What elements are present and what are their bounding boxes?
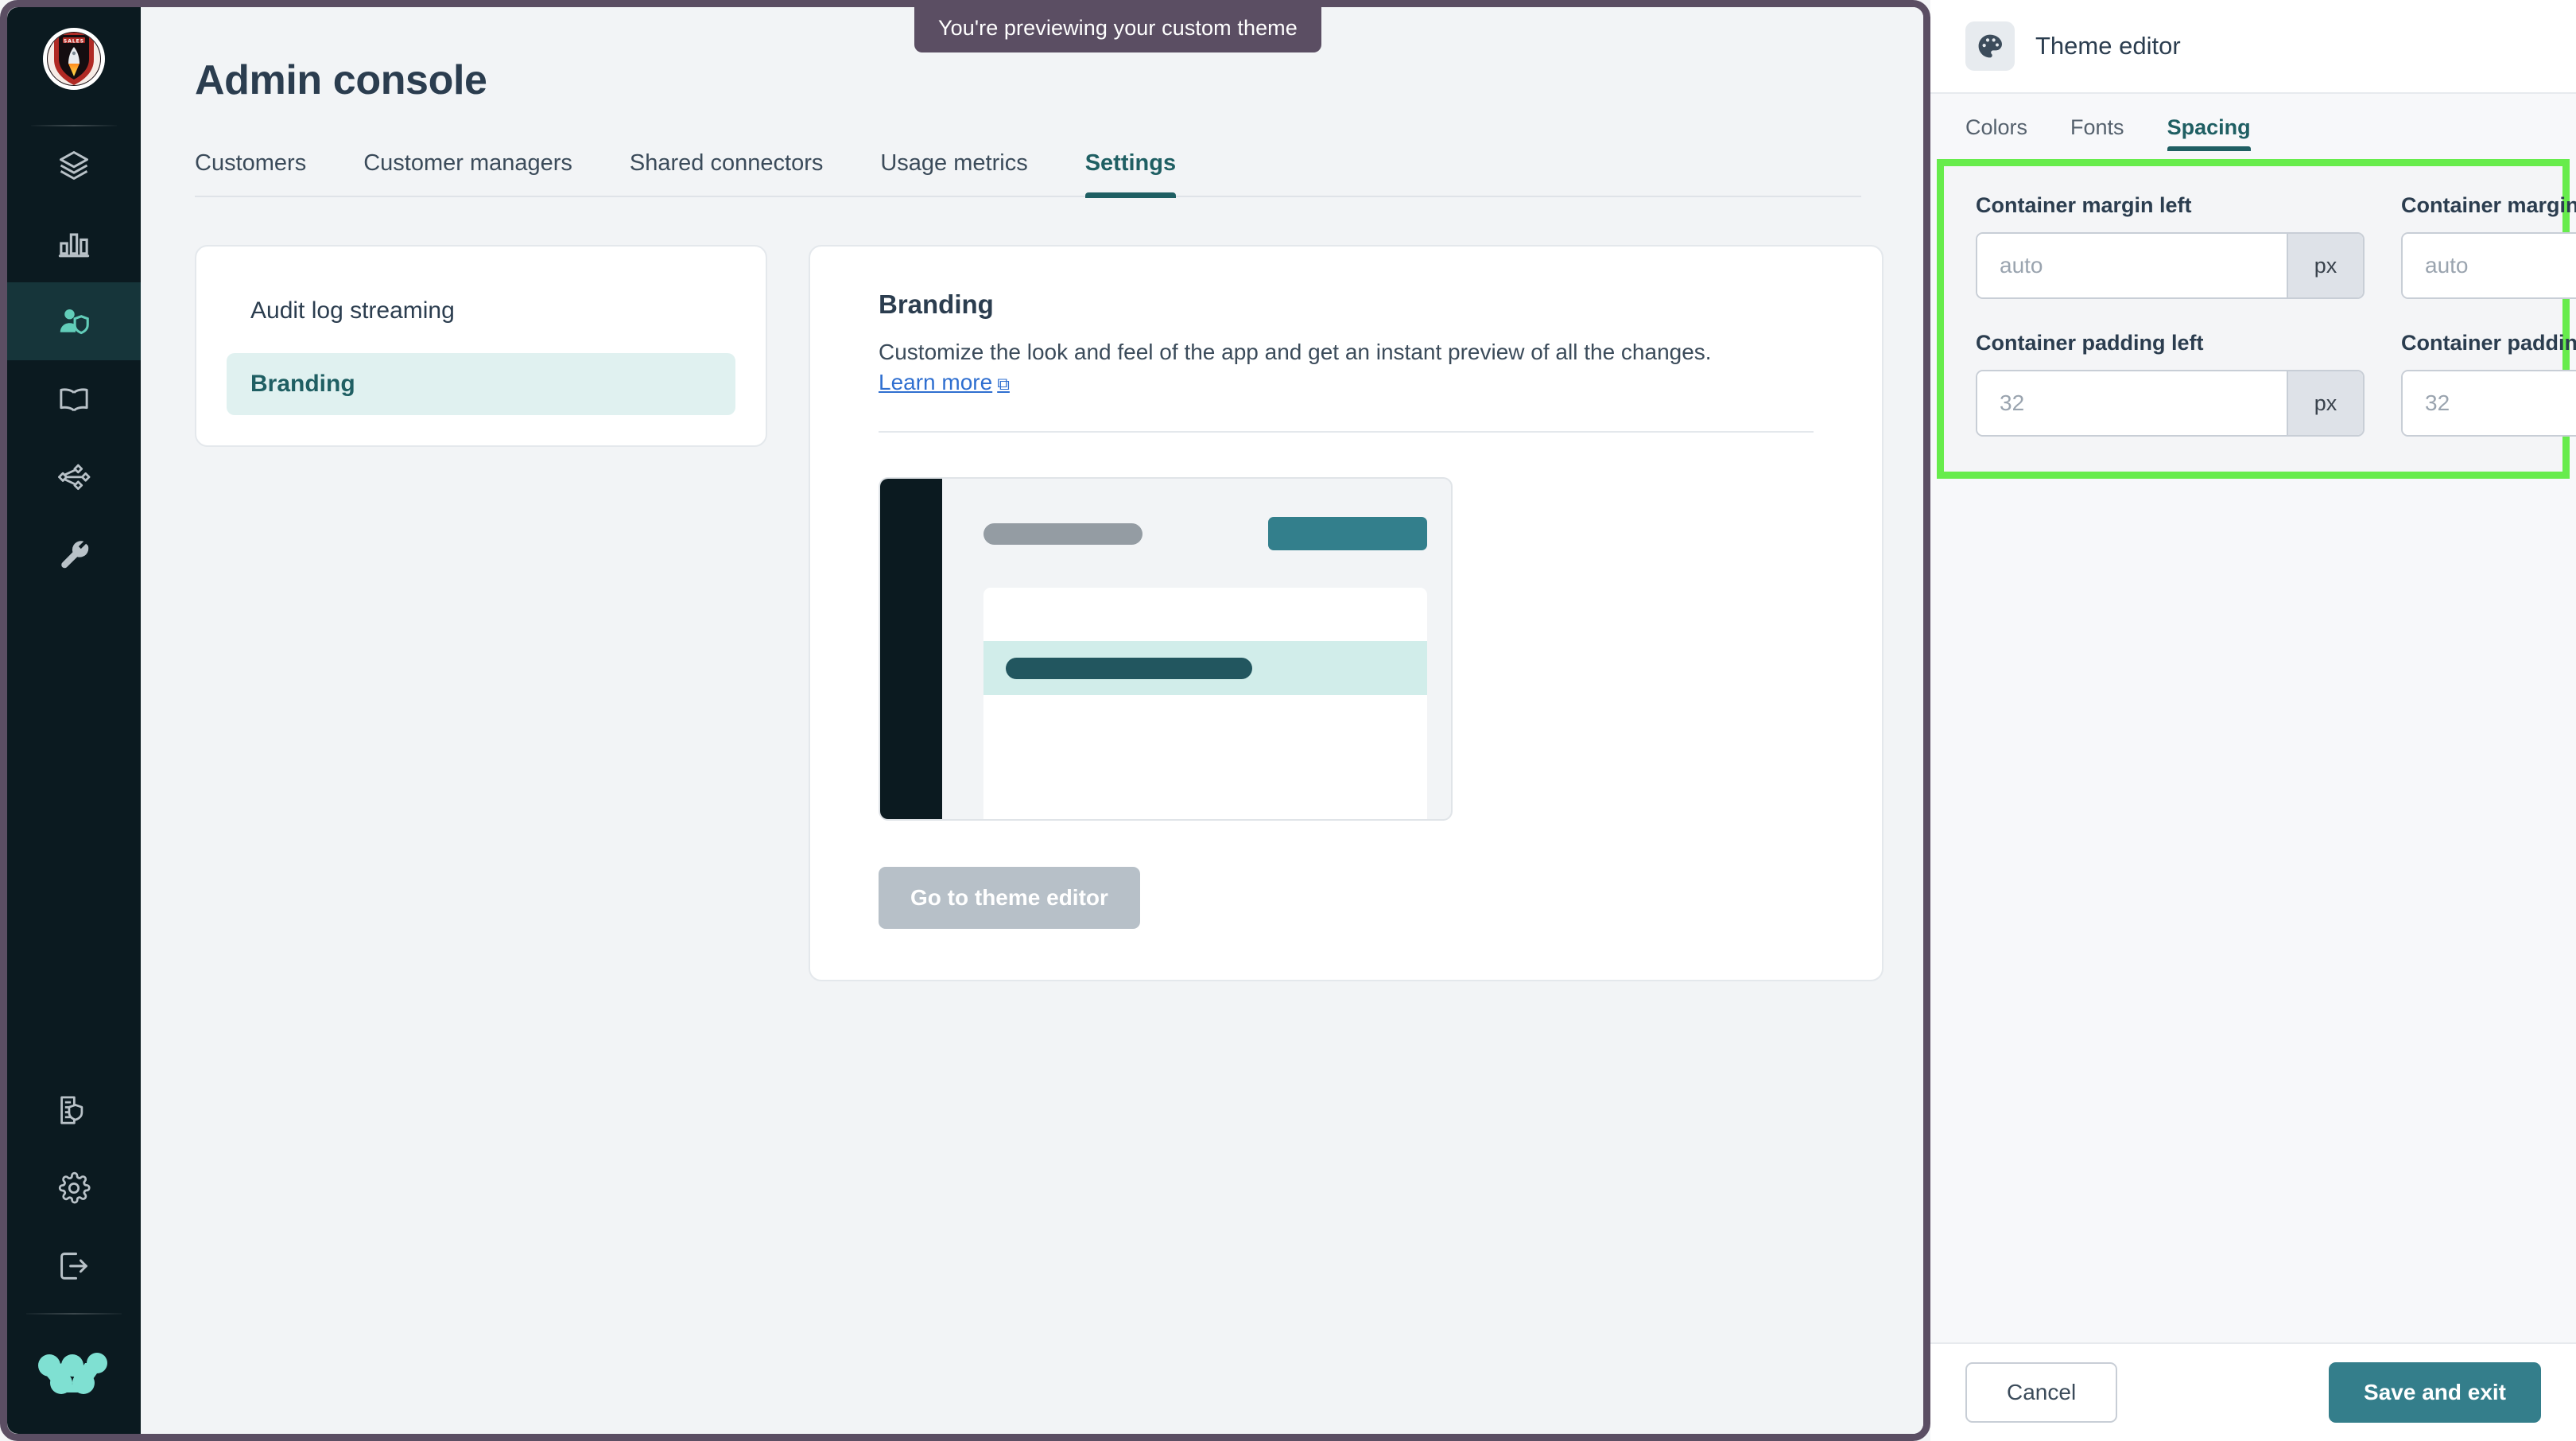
settings-nav-item-branding[interactable]: Branding <box>227 353 735 415</box>
settings-content: Audit log streaming Branding Branding Cu… <box>195 245 1923 981</box>
building-shield-icon <box>60 1096 83 1124</box>
sales-rocket-badge-icon: SALES <box>48 33 100 85</box>
sidebar-item-settings[interactable] <box>7 1149 141 1227</box>
user-shield-icon <box>60 309 89 335</box>
settings-nav-card: Audit log streaming Branding <box>195 245 767 447</box>
input-group-container-margin-left[interactable]: px <box>1976 232 2365 299</box>
screen-root: SALES You're previewing your custom them… <box>0 0 2576 1441</box>
container-margin-left-input[interactable] <box>1977 234 2287 297</box>
gear-icon <box>58 1171 91 1204</box>
palette-chip <box>1965 21 2015 71</box>
theme-editor-title: Theme editor <box>2035 32 2181 60</box>
container-padding-left-input[interactable] <box>1977 371 2287 435</box>
branding-description: Customize the look and feel of the app a… <box>879 337 1814 398</box>
branding-description-text: Customize the look and feel of the app a… <box>879 340 1712 364</box>
workspace-logo[interactable]: SALES <box>43 28 105 90</box>
app-sidebar-rail: SALES <box>7 7 141 1434</box>
book-icon <box>60 388 88 412</box>
sidebar-item-customers[interactable] <box>7 282 141 360</box>
theme-editor-tabs: Colors Fonts Spacing <box>1930 94 2576 151</box>
mockup-highlighted-row <box>983 640 1427 695</box>
field-label-container-margin-right: Container margin right <box>2401 193 2576 217</box>
network-icon <box>58 464 91 491</box>
learn-more-link[interactable]: Learn more <box>879 370 992 394</box>
theme-tab-fonts[interactable]: Fonts <box>2070 115 2124 151</box>
tab-usage-metrics[interactable]: Usage metrics <box>880 150 1027 196</box>
theme-editor-footer: Cancel Save and exit <box>1930 1342 2576 1441</box>
sidebar-item-tools[interactable] <box>7 516 141 594</box>
palette-icon <box>1978 34 2002 58</box>
layers-icon <box>60 151 88 180</box>
field-label-container-padding-left: Container padding left <box>1976 331 2204 355</box>
theme-editor-panel: Theme editor Colors Fonts Spacing Contai… <box>1930 0 2576 1441</box>
mockup-title-placeholder <box>983 522 1143 545</box>
previewed-app-window: SALES You're previewing your custom them… <box>0 0 1930 1441</box>
branding-divider <box>879 430 1814 433</box>
mockup-sidebar <box>880 478 942 819</box>
page-title: Admin console <box>195 57 487 103</box>
field-container-padding-left: Container padding left px <box>1976 331 2365 437</box>
sidebar-item-logout[interactable] <box>7 1227 141 1305</box>
field-label-container-padding-right: Container padding right <box>2401 331 2576 355</box>
theme-editor-header: Theme editor <box>1930 0 2576 94</box>
sidebar-item-connectors[interactable] <box>7 438 141 516</box>
cancel-button[interactable]: Cancel <box>1965 1362 2118 1423</box>
unit-label-container-margin-left: px <box>2287 234 2363 297</box>
mockup-primary-button-placeholder <box>1268 516 1427 550</box>
theme-tab-spacing[interactable]: Spacing <box>2167 115 2251 151</box>
tab-settings[interactable]: Settings <box>1084 150 1177 198</box>
input-group-container-margin-right[interactable]: px <box>2401 232 2576 299</box>
tab-shared-connectors[interactable]: Shared connectors <box>630 150 823 196</box>
sidebar-item-analytics[interactable] <box>7 204 141 282</box>
app-main-area: You're previewing your custom theme Admi… <box>141 7 1923 1434</box>
workato-w-logo-icon <box>38 1353 107 1394</box>
unit-label-container-padding-left: px <box>2287 371 2363 435</box>
branding-title: Branding <box>879 289 994 319</box>
container-margin-right-input[interactable] <box>2403 234 2576 297</box>
sidebar-item-layers[interactable] <box>7 126 141 204</box>
mockup-row-text-placeholder <box>1006 657 1252 679</box>
spacing-field-grid: Container margin left px Container margi… <box>1976 193 2576 437</box>
theme-tab-colors[interactable]: Colors <box>1965 115 2027 151</box>
theme-editor-spacer <box>1930 479 2576 1342</box>
go-to-theme-editor-button[interactable]: Go to theme editor <box>879 866 1140 929</box>
input-group-container-padding-left[interactable]: px <box>1976 370 2365 437</box>
mockup-panel <box>983 587 1427 819</box>
external-link-icon[interactable]: ⧉ <box>997 374 1010 394</box>
spacing-settings-highlight-box: Container margin left px Container margi… <box>1937 159 2576 479</box>
field-container-margin-left: Container margin left px <box>1976 193 2365 299</box>
branding-card: Branding Customize the look and feel of … <box>809 245 1884 981</box>
field-label-container-margin-left: Container margin left <box>1976 193 2192 217</box>
save-and-exit-button[interactable]: Save and exit <box>2329 1362 2541 1423</box>
field-container-padding-right: Container padding right px <box>2401 331 2576 437</box>
sidebar-item-library[interactable] <box>7 360 141 438</box>
preview-banner: You're previewing your custom theme <box>914 7 1321 52</box>
logout-icon <box>60 1253 87 1280</box>
sidebar-item-admin-console[interactable] <box>7 1071 141 1149</box>
container-padding-right-input[interactable] <box>2403 371 2576 435</box>
tab-customer-managers[interactable]: Customer managers <box>363 150 572 196</box>
bar-chart-icon <box>58 233 90 258</box>
mockup-body <box>942 479 1451 819</box>
field-container-margin-right: Container margin right px <box>2401 193 2576 299</box>
svg-text:SALES: SALES <box>64 38 84 44</box>
settings-nav-item-audit-log-streaming[interactable]: Audit log streaming <box>227 280 735 342</box>
tab-customers[interactable]: Customers <box>195 150 306 196</box>
theme-preview-mockup <box>879 476 1453 821</box>
brand-mark[interactable] <box>7 1315 141 1434</box>
page-tabs: Customers Customer managers Shared conne… <box>195 150 1861 198</box>
wrench-icon <box>61 541 89 569</box>
input-group-container-padding-right[interactable]: px <box>2401 370 2576 437</box>
